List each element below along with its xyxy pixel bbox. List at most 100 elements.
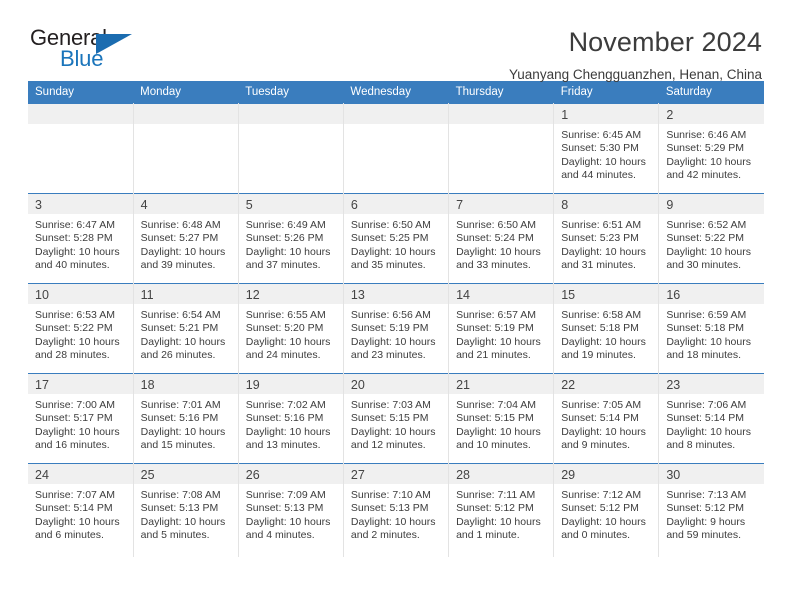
day-detail-line: and 44 minutes.: [561, 169, 636, 182]
day-detail-line: and 6 minutes.: [35, 529, 104, 542]
day-detail-line: Sunset: 5:15 PM: [456, 412, 534, 425]
day-detail-line: Daylight: 10 hours: [35, 245, 120, 258]
day-details: Sunrise: 7:01 AM Sunset: 5:16 PM Daylight:…: [134, 394, 238, 453]
calendar-day-cell[interactable]: 8 Sunrise: 6:51 AM Sunset: 5:23 PM Daylight…: [553, 193, 660, 284]
calendar-day-cell[interactable]: 30 Sunrise: 7:13 AM Sunset: 5:12 PM Dayligh…: [658, 463, 764, 557]
calendar-week-row: 10 Sunrise: 6:53 AM Sunset: 5:22 PM Dayligh…: [28, 283, 764, 374]
calendar-day-cell[interactable]: 11 Sunrise: 6:54 AM Sunset: 5:21 PM Dayligh…: [132, 283, 239, 374]
day-detail-line: and 42 minutes.: [666, 169, 742, 182]
calendar-day-cell[interactable]: 1 Sunrise: 6:45 AM Sunset: 5:30 PM Daylight…: [553, 103, 660, 194]
day-number-band: 19: [238, 374, 343, 394]
day-number-band: 24: [28, 464, 133, 484]
day-number: 27: [350, 468, 365, 482]
day-detail-line: Sunrise: 7:02 AM: [245, 399, 326, 411]
calendar-table: Sunday Monday Tuesday Wednesday Thursday…: [28, 81, 764, 557]
calendar-day-cell[interactable]: 12 Sunrise: 6:55 AM Sunset: 5:20 PM Dayligh…: [237, 283, 344, 374]
weekday-header-sunday: Sunday: [28, 81, 134, 104]
day-number-band: 23: [659, 374, 764, 394]
day-detail-line: Sunrise: 7:09 AM: [245, 489, 326, 501]
day-detail-line: Daylight: 10 hours: [561, 425, 646, 438]
day-details: Sunrise: 6:56 AM Sunset: 5:19 PM Daylight:…: [344, 304, 448, 363]
day-detail-line: Daylight: 10 hours: [561, 245, 646, 258]
calendar-day-cell[interactable]: 14 Sunrise: 6:57 AM Sunset: 5:19 PM Dayligh…: [448, 283, 555, 374]
day-number-band: 4: [133, 194, 238, 214]
day-detail-line: Sunrise: 6:57 AM: [456, 309, 537, 321]
day-detail-line: and 9 minutes.: [561, 439, 631, 452]
day-detail-line: Daylight: 10 hours: [456, 245, 541, 258]
calendar-day-cell[interactable]: 5 Sunrise: 6:49 AM Sunset: 5:26 PM Daylight…: [237, 193, 344, 284]
page-title: November 2024: [568, 27, 762, 57]
day-number-band: [133, 104, 238, 124]
day-details: Sunrise: 7:03 AM Sunset: 5:15 PM Daylight:…: [344, 394, 448, 453]
calendar-day-cell[interactable]: 27 Sunrise: 7:10 AM Sunset: 5:13 PM Dayligh…: [342, 463, 450, 557]
day-number: 20: [350, 378, 365, 392]
calendar-day-cell[interactable]: 26 Sunrise: 7:09 AM Sunset: 5:13 PM Dayligh…: [237, 463, 344, 557]
calendar-day-cell[interactable]: 17 Sunrise: 7:00 AM Sunset: 5:17 PM Dayligh…: [28, 373, 134, 464]
day-detail-line: Sunrise: 6:58 AM: [561, 309, 642, 321]
day-detail-line: Daylight: 10 hours: [561, 335, 646, 348]
calendar-day-cell[interactable]: 22 Sunrise: 7:05 AM Sunset: 5:14 PM Dayligh…: [553, 373, 660, 464]
calendar-day-cell[interactable]: 4 Sunrise: 6:48 AM Sunset: 5:27 PM Daylight…: [132, 193, 239, 284]
calendar-day-cell[interactable]: 20 Sunrise: 7:03 AM Sunset: 5:15 PM Dayligh…: [342, 373, 450, 464]
day-detail-line: and 12 minutes.: [350, 439, 426, 452]
calendar-day-cell[interactable]: 10 Sunrise: 6:53 AM Sunset: 5:22 PM Dayligh…: [28, 283, 134, 374]
calendar-day-cell[interactable]: 13 Sunrise: 6:56 AM Sunset: 5:19 PM Dayligh…: [342, 283, 450, 374]
calendar-day-cell[interactable]: 9 Sunrise: 6:52 AM Sunset: 5:22 PM Daylight…: [658, 193, 764, 284]
day-details: Sunrise: 6:51 AM Sunset: 5:23 PM Daylight:…: [554, 214, 658, 273]
day-detail-line: Sunset: 5:19 PM: [456, 322, 534, 335]
calendar-day-cell-empty: [237, 103, 344, 194]
calendar-day-cell[interactable]: 23 Sunrise: 7:06 AM Sunset: 5:14 PM Dayligh…: [658, 373, 764, 464]
day-number: 24: [35, 468, 49, 482]
calendar-day-cell[interactable]: 15 Sunrise: 6:58 AM Sunset: 5:18 PM Dayligh…: [553, 283, 660, 374]
day-detail-line: Sunset: 5:14 PM: [561, 412, 639, 425]
day-number-band: [449, 104, 554, 124]
day-detail-line: Sunset: 5:29 PM: [666, 142, 744, 155]
day-detail-line: Sunrise: 7:13 AM: [666, 489, 747, 501]
day-details: Sunrise: 6:45 AM Sunset: 5:30 PM Daylight:…: [554, 124, 658, 183]
day-number-band: 28: [449, 464, 554, 484]
day-detail-line: Daylight: 9 hours: [666, 515, 746, 528]
day-number: 30: [666, 468, 681, 482]
day-number-band: 25: [133, 464, 238, 484]
day-detail-line: and 30 minutes.: [666, 259, 742, 272]
calendar-day-cell[interactable]: 7 Sunrise: 6:50 AM Sunset: 5:24 PM Daylight…: [448, 193, 555, 284]
day-detail-line: and 5 minutes.: [140, 529, 210, 542]
day-details: Sunrise: 7:12 AM Sunset: 5:12 PM Daylight:…: [554, 484, 658, 543]
day-detail-line: and 28 minutes.: [35, 349, 110, 362]
day-detail-line: and 33 minutes.: [456, 259, 531, 272]
day-detail-line: Sunrise: 6:45 AM: [561, 129, 642, 141]
calendar-day-cell[interactable]: 29 Sunrise: 7:12 AM Sunset: 5:12 PM Dayligh…: [553, 463, 660, 557]
day-detail-line: Sunset: 5:18 PM: [561, 322, 639, 335]
calendar-day-cell[interactable]: 28 Sunrise: 7:11 AM Sunset: 5:12 PM Dayligh…: [448, 463, 555, 557]
calendar-day-cell[interactable]: 16 Sunrise: 6:59 AM Sunset: 5:18 PM Dayligh…: [658, 283, 764, 374]
calendar-day-cell-empty: [132, 103, 239, 194]
day-details: Sunrise: 6:49 AM Sunset: 5:26 PM Daylight:…: [239, 214, 343, 273]
day-detail-line: Daylight: 10 hours: [666, 155, 751, 168]
day-detail-line: Daylight: 10 hours: [456, 515, 541, 528]
day-detail-line: Daylight: 10 hours: [140, 515, 226, 528]
calendar-day-cell[interactable]: 18 Sunrise: 7:01 AM Sunset: 5:16 PM Dayligh…: [132, 373, 239, 464]
day-detail-line: and 10 minutes.: [456, 439, 531, 452]
calendar-day-cell[interactable]: 25 Sunrise: 7:08 AM Sunset: 5:13 PM Dayligh…: [132, 463, 239, 557]
day-detail-line: Sunrise: 6:59 AM: [666, 309, 747, 321]
calendar-day-cell[interactable]: 6 Sunrise: 6:50 AM Sunset: 5:25 PM Daylight…: [342, 193, 450, 284]
day-number: 10: [35, 288, 49, 302]
calendar-day-cell[interactable]: 2 Sunrise: 6:46 AM Sunset: 5:29 PM Daylight…: [658, 103, 764, 194]
calendar-day-cell[interactable]: 21 Sunrise: 7:04 AM Sunset: 5:15 PM Dayligh…: [448, 373, 555, 464]
calendar-day-cell[interactable]: 24 Sunrise: 7:07 AM Sunset: 5:14 PM Dayligh…: [28, 463, 134, 557]
day-detail-line: Sunset: 5:17 PM: [35, 412, 113, 425]
day-details: Sunrise: 7:00 AM Sunset: 5:17 PM Daylight:…: [28, 394, 133, 453]
general-blue-logo[interactable]: General Blue: [28, 26, 152, 74]
day-detail-line: Sunset: 5:25 PM: [350, 232, 429, 245]
calendar-day-cell[interactable]: 19 Sunrise: 7:02 AM Sunset: 5:16 PM Dayligh…: [237, 373, 344, 464]
day-number-band: 6: [343, 194, 449, 214]
day-detail-line: Daylight: 10 hours: [666, 425, 751, 438]
day-details: Sunrise: 7:04 AM Sunset: 5:15 PM Daylight:…: [449, 394, 553, 453]
day-number-band: 2: [659, 104, 764, 124]
calendar-day-cell[interactable]: 3 Sunrise: 6:47 AM Sunset: 5:28 PM Daylight…: [28, 193, 134, 284]
day-detail-line: Daylight: 10 hours: [140, 425, 226, 438]
day-detail-line: Sunrise: 6:49 AM: [245, 219, 326, 231]
day-detail-line: Daylight: 10 hours: [456, 425, 541, 438]
calendar-week-row: 3 Sunrise: 6:47 AM Sunset: 5:28 PM Daylight…: [28, 193, 764, 284]
day-detail-line: Sunset: 5:20 PM: [245, 322, 324, 335]
